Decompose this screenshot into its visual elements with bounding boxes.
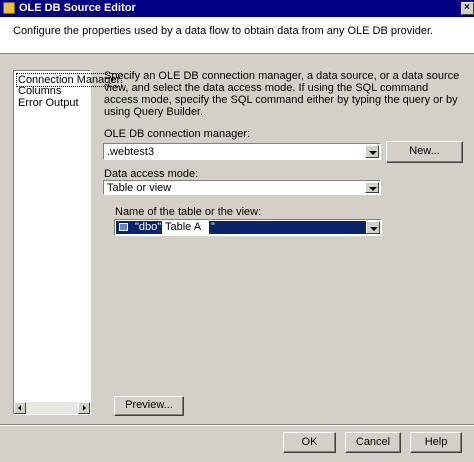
nav-item-error-output[interactable]: Error Output bbox=[17, 97, 80, 109]
header-description: Configure the properties used by a data … bbox=[13, 25, 434, 37]
nav-item-columns[interactable]: Columns bbox=[17, 85, 62, 97]
table-name-select[interactable]: "dbo"." Table A " bbox=[114, 219, 382, 236]
ok-button[interactable]: OK bbox=[283, 432, 336, 453]
connection-manager-select[interactable]: .webtest3 bbox=[103, 143, 381, 160]
table-name-dropdown-button[interactable] bbox=[366, 221, 380, 234]
footer-divider bbox=[0, 424, 474, 426]
table-name-suffix: " bbox=[211, 221, 215, 233]
connection-manager-value: .webtest3 bbox=[107, 146, 155, 158]
connection-manager-label: OLE DB connection manager: bbox=[104, 128, 251, 140]
scroll-right-button[interactable] bbox=[78, 402, 90, 414]
new-connection-button[interactable]: New... bbox=[386, 141, 463, 163]
preview-button[interactable]: Preview... bbox=[114, 396, 184, 416]
cancel-button[interactable]: Cancel bbox=[345, 432, 401, 453]
table-icon bbox=[119, 223, 128, 231]
header-panel: Configure the properties used by a data … bbox=[0, 17, 474, 54]
access-mode-dropdown-button[interactable] bbox=[365, 182, 379, 193]
window-icon bbox=[3, 2, 15, 14]
page-list[interactable]: Connection Manager Columns Error Output bbox=[13, 70, 123, 415]
access-mode-select[interactable]: Table or view bbox=[103, 180, 381, 195]
scroll-left-icon bbox=[18, 405, 21, 411]
close-icon: × bbox=[464, 2, 470, 13]
access-mode-label: Data access mode: bbox=[104, 168, 199, 180]
dropdown-arrow-icon bbox=[370, 227, 378, 231]
horizontal-scrollbar[interactable] bbox=[14, 402, 90, 414]
scroll-left-button[interactable] bbox=[14, 402, 26, 414]
dropdown-arrow-icon bbox=[369, 151, 377, 155]
title-bar[interactable]: OLE DB Source Editor × bbox=[0, 0, 474, 17]
connection-manager-dropdown-button[interactable] bbox=[365, 145, 379, 158]
table-name-label: Name of the table or the view: bbox=[115, 206, 262, 218]
window-title: OLE DB Source Editor bbox=[19, 2, 136, 14]
scroll-right-icon bbox=[83, 405, 86, 411]
access-mode-value: Table or view bbox=[107, 182, 172, 194]
panel-description: Specify an OLE DB connection manager, a … bbox=[104, 70, 460, 118]
table-name-value: Table A bbox=[165, 221, 202, 233]
help-button[interactable]: Help bbox=[410, 432, 462, 453]
table-name-box: Table A bbox=[162, 221, 209, 234]
dropdown-arrow-icon bbox=[369, 187, 377, 191]
close-button[interactable]: × bbox=[461, 2, 474, 15]
table-selection-highlight: "dbo"." Table A " bbox=[116, 221, 366, 234]
